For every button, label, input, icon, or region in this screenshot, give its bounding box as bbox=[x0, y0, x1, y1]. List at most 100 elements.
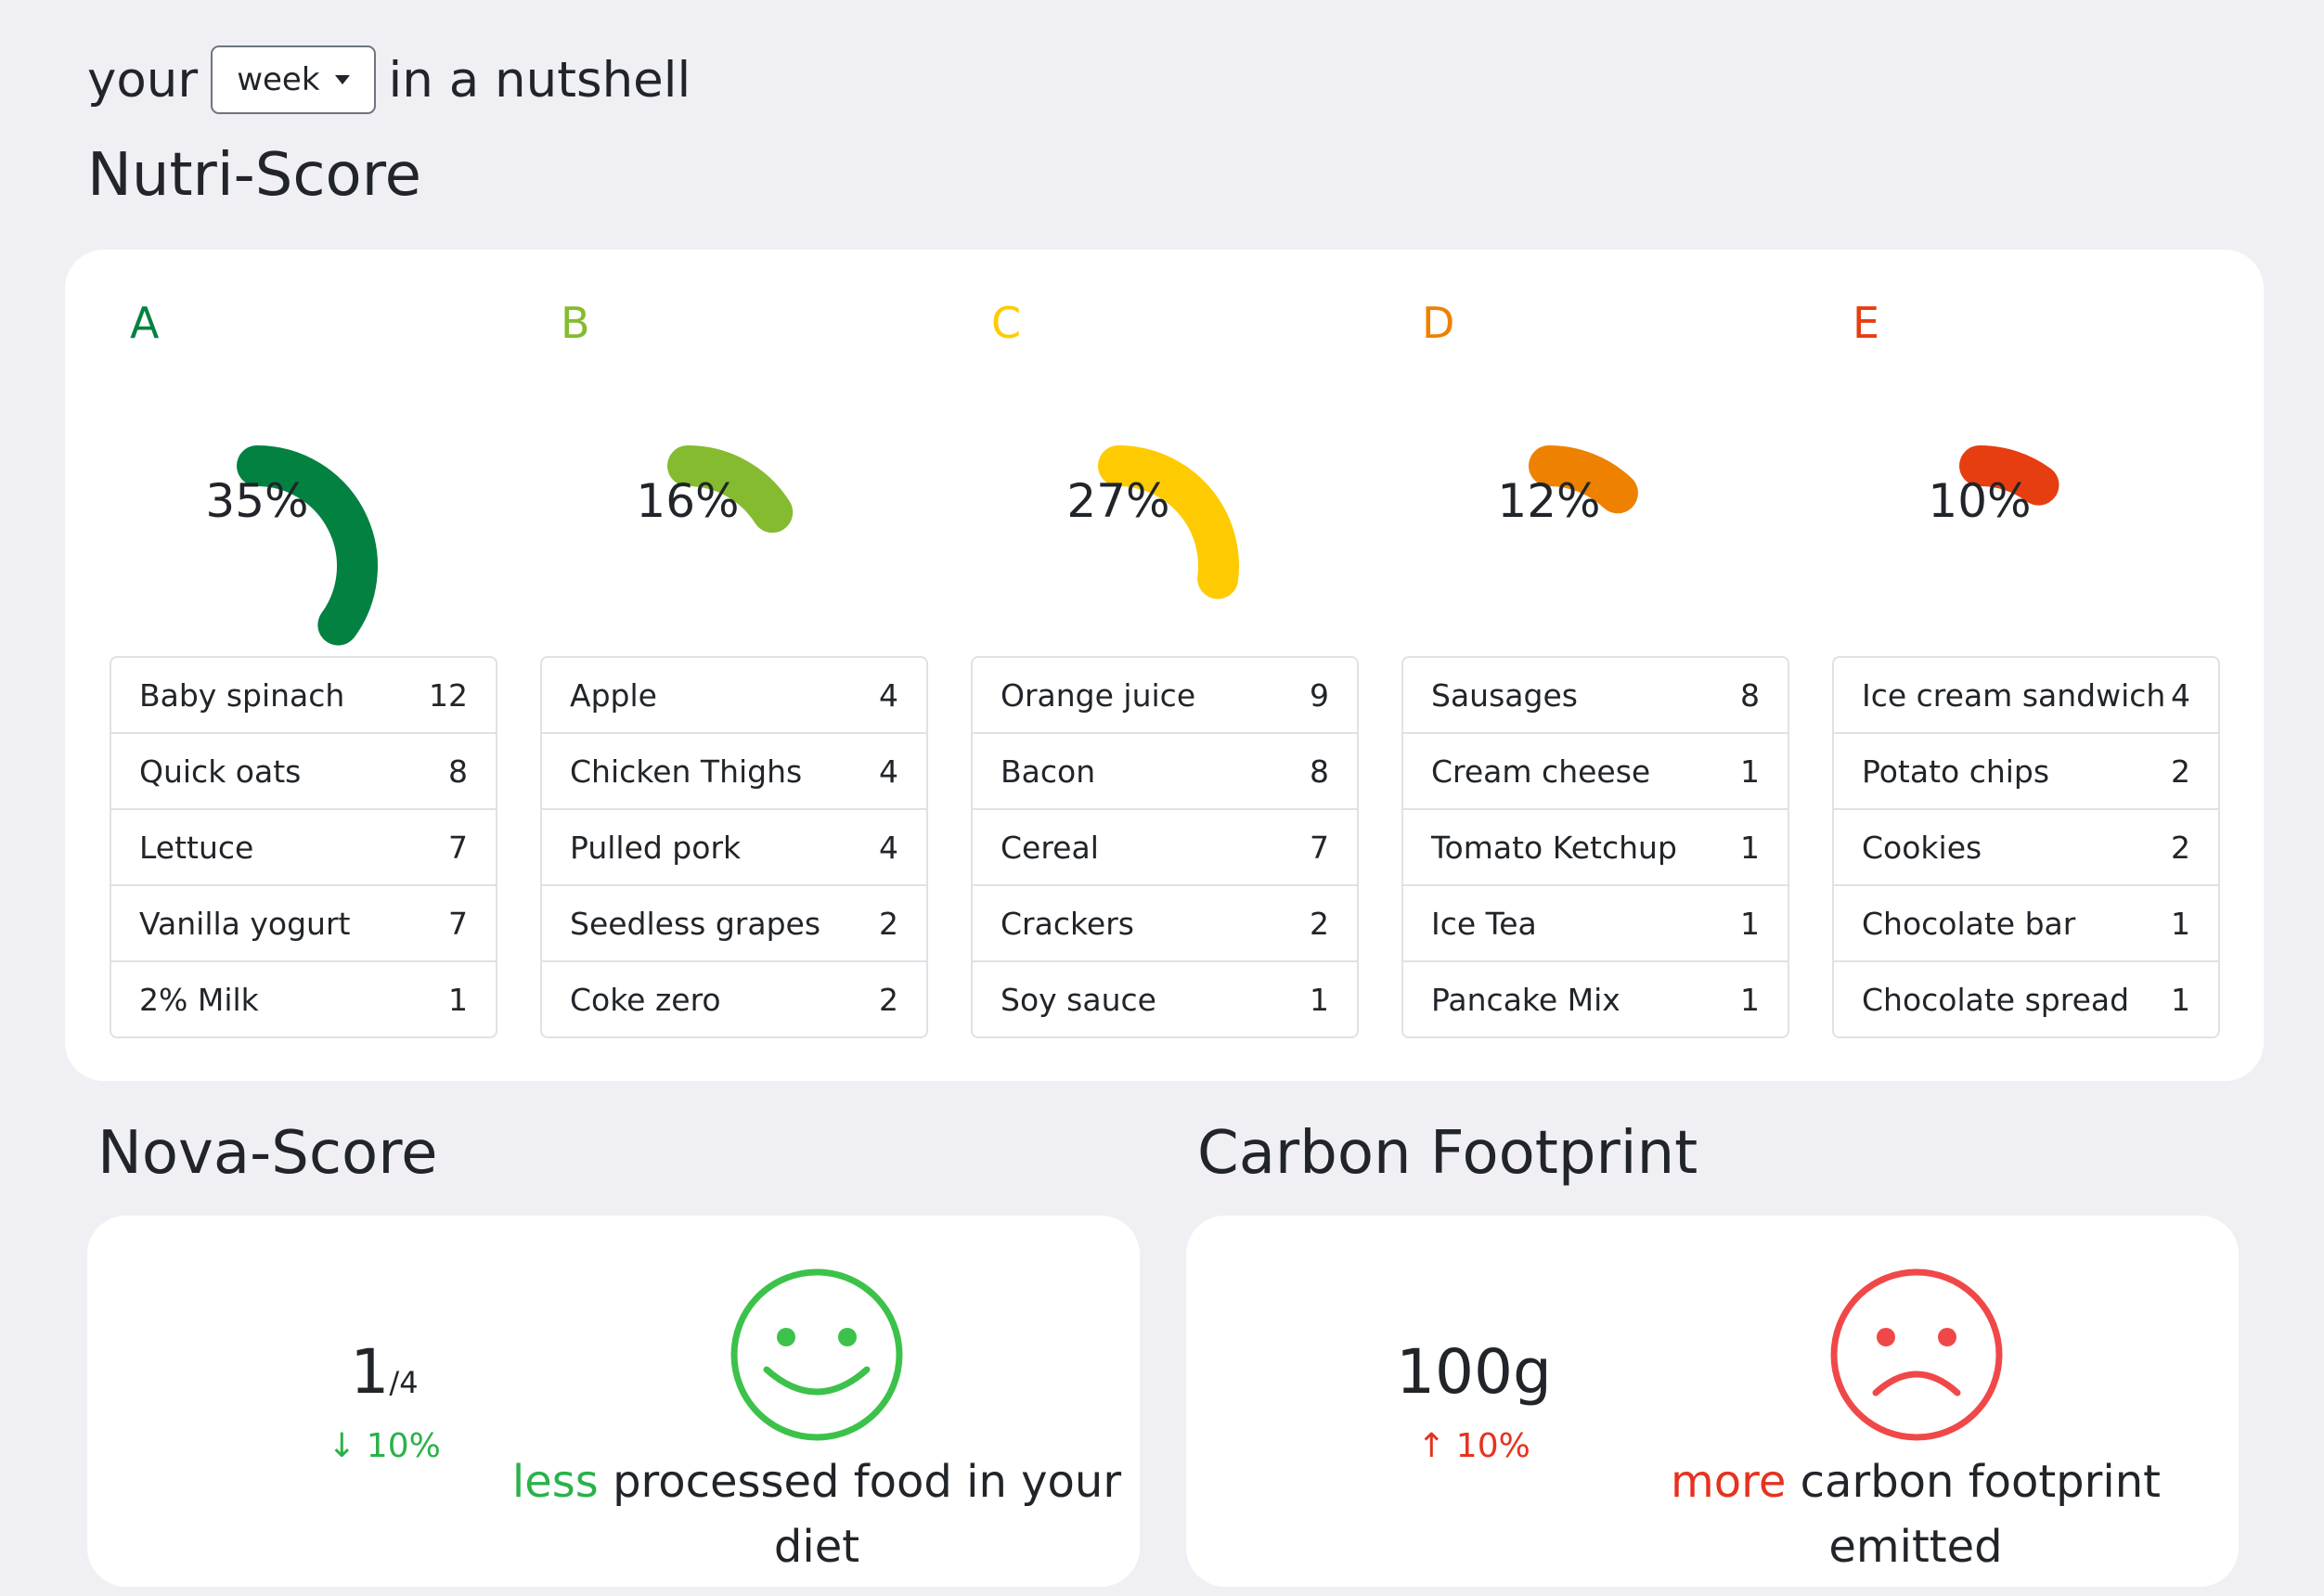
food-name: Ice cream sandwich bbox=[1862, 676, 2166, 714]
food-name: Cookies bbox=[1862, 829, 1982, 866]
period-dropdown-value: week bbox=[237, 61, 320, 98]
food-row: Pancake Mix 1 bbox=[1403, 960, 1788, 1036]
food-name: Apple bbox=[570, 676, 657, 714]
food-row: Tomato Ketchup 1 bbox=[1403, 808, 1788, 884]
food-count: 1 bbox=[1740, 753, 1760, 790]
food-name: Pulled pork bbox=[570, 829, 742, 866]
food-name: Chocolate bar bbox=[1862, 905, 2076, 942]
food-list: Ice cream sandwich 4 Potato chips 2 Cookie… bbox=[1832, 656, 2220, 1038]
grade-column-a: A 35% Baby spinach 12 Quick oats 8 Lettuce… bbox=[110, 250, 497, 1081]
food-row: Chocolate bar 1 bbox=[1834, 884, 2218, 960]
food-row: Pulled pork 4 bbox=[542, 808, 926, 884]
food-row: Cookies 2 bbox=[1834, 808, 2218, 884]
food-count: 8 bbox=[1310, 753, 1329, 790]
carbon-caption-text: carbon footprint emitted bbox=[1800, 1456, 2161, 1573]
food-row: Chocolate spread 1 bbox=[1834, 960, 2218, 1036]
food-count: 8 bbox=[448, 753, 468, 790]
carbon-caption-highlight: more bbox=[1671, 1456, 1787, 1508]
period-dropdown[interactable]: week bbox=[211, 45, 376, 114]
food-count: 4 bbox=[879, 829, 898, 866]
food-name: Chicken Thighs bbox=[570, 753, 803, 790]
food-list: Apple 4 Chicken Thighs 4 Pulled pork 4 Seed… bbox=[540, 656, 928, 1038]
food-count: 4 bbox=[2171, 676, 2190, 714]
food-count: 7 bbox=[448, 829, 468, 866]
food-count: 1 bbox=[1310, 981, 1329, 1018]
food-count: 7 bbox=[448, 905, 468, 942]
food-count: 1 bbox=[1740, 905, 1760, 942]
food-name: Potato chips bbox=[1862, 753, 2050, 790]
food-count: 8 bbox=[1740, 676, 1760, 714]
food-row: Soy sauce 1 bbox=[973, 960, 1357, 1036]
food-name: Crackers bbox=[1001, 905, 1134, 942]
food-list: Orange juice 9 Bacon 8 Cereal 7 Crackers 2 S… bbox=[971, 656, 1359, 1038]
food-count: 12 bbox=[429, 676, 468, 714]
food-name: Chocolate spread bbox=[1862, 981, 2130, 1018]
food-count: 1 bbox=[1740, 981, 1760, 1018]
food-count: 9 bbox=[1310, 676, 1329, 714]
carbon-value: 100g bbox=[1396, 1336, 1552, 1408]
food-row: Baby spinach 12 bbox=[111, 658, 496, 732]
food-count: 2 bbox=[1310, 905, 1329, 942]
food-name: Quick oats bbox=[139, 753, 302, 790]
food-row: Potato chips 2 bbox=[1834, 732, 2218, 808]
food-name: Pancake Mix bbox=[1431, 981, 1620, 1018]
food-row: Seedless grapes 2 bbox=[542, 884, 926, 960]
grade-letter: E bbox=[1853, 298, 1880, 348]
gauge-percent: 35% bbox=[205, 474, 309, 528]
smiley-face-icon bbox=[730, 1268, 903, 1441]
food-count: 7 bbox=[1310, 829, 1329, 866]
gauge-percent: 27% bbox=[1066, 474, 1170, 528]
food-name: Cream cheese bbox=[1431, 753, 1651, 790]
gauge-percent: 12% bbox=[1497, 474, 1601, 528]
food-count: 1 bbox=[448, 981, 468, 1018]
food-row: Ice Tea 1 bbox=[1403, 884, 1788, 960]
food-name: Seedless grapes bbox=[570, 905, 821, 942]
food-count: 2 bbox=[879, 905, 898, 942]
food-name: Orange juice bbox=[1001, 676, 1196, 714]
grade-letter: D bbox=[1422, 298, 1455, 348]
food-name: 2% Milk bbox=[139, 981, 259, 1018]
header-suffix: in a nutshell bbox=[388, 51, 691, 109]
nova-caption-highlight: less bbox=[511, 1456, 599, 1508]
food-row: Crackers 2 bbox=[973, 884, 1357, 960]
food-row: Vanilla yogurt 7 bbox=[111, 884, 496, 960]
food-count: 2 bbox=[2171, 753, 2190, 790]
gauge-percent: 10% bbox=[1928, 474, 2032, 528]
food-name: Lettuce bbox=[139, 829, 254, 866]
food-name: Cereal bbox=[1001, 829, 1099, 866]
grade-column-e: E 10% Ice cream sandwich 4 Potato chips 2 … bbox=[1832, 250, 2220, 1081]
nutri-score-title: Nutri-Score bbox=[87, 141, 421, 210]
caret-down-icon bbox=[334, 75, 350, 84]
nova-caption-text: processed food in your diet bbox=[613, 1456, 1122, 1573]
nova-score-title: Nova-Score bbox=[97, 1119, 438, 1188]
food-count: 4 bbox=[879, 753, 898, 790]
food-row: Lettuce 7 bbox=[111, 808, 496, 884]
nova-value-number: 1 bbox=[350, 1336, 390, 1408]
food-name: Ice Tea bbox=[1431, 905, 1537, 942]
nova-score-card: 1/4 ↓ 10% less processed food in your di… bbox=[87, 1216, 1140, 1587]
food-row: Chicken Thighs 4 bbox=[542, 732, 926, 808]
food-count: 2 bbox=[2171, 829, 2190, 866]
grade-letter: C bbox=[991, 298, 1022, 348]
grade-column-b: B 16% Apple 4 Chicken Thighs 4 Pulled pork… bbox=[540, 250, 928, 1081]
food-row: Orange juice 9 bbox=[973, 658, 1357, 732]
food-row: Coke zero 2 bbox=[542, 960, 926, 1036]
food-count: 1 bbox=[2171, 905, 2190, 942]
food-list: Baby spinach 12 Quick oats 8 Lettuce 7 Vani… bbox=[110, 656, 497, 1038]
sad-face-icon bbox=[1830, 1268, 2003, 1441]
food-name: Sausages bbox=[1431, 676, 1578, 714]
food-name: Bacon bbox=[1001, 753, 1096, 790]
food-row: Apple 4 bbox=[542, 658, 926, 732]
grade-column-d: D 12% Sausages 8 Cream cheese 1 Tomato Ket… bbox=[1401, 250, 1789, 1081]
gauge-percent: 16% bbox=[636, 474, 740, 528]
food-list: Sausages 8 Cream cheese 1 Tomato Ketchup 1 … bbox=[1401, 656, 1789, 1038]
carbon-footprint-title: Carbon Footprint bbox=[1197, 1119, 1698, 1188]
nova-caption: less processed food in your diet bbox=[486, 1449, 1147, 1579]
food-row: Quick oats 8 bbox=[111, 732, 496, 808]
food-name: Baby spinach bbox=[139, 676, 345, 714]
food-row: Sausages 8 bbox=[1403, 658, 1788, 732]
nova-value-denominator: /4 bbox=[389, 1365, 419, 1400]
grade-column-c: C 27% Orange juice 9 Bacon 8 Cereal 7 Crack… bbox=[971, 250, 1359, 1081]
food-row: Cream cheese 1 bbox=[1403, 732, 1788, 808]
food-name: Coke zero bbox=[570, 981, 721, 1018]
